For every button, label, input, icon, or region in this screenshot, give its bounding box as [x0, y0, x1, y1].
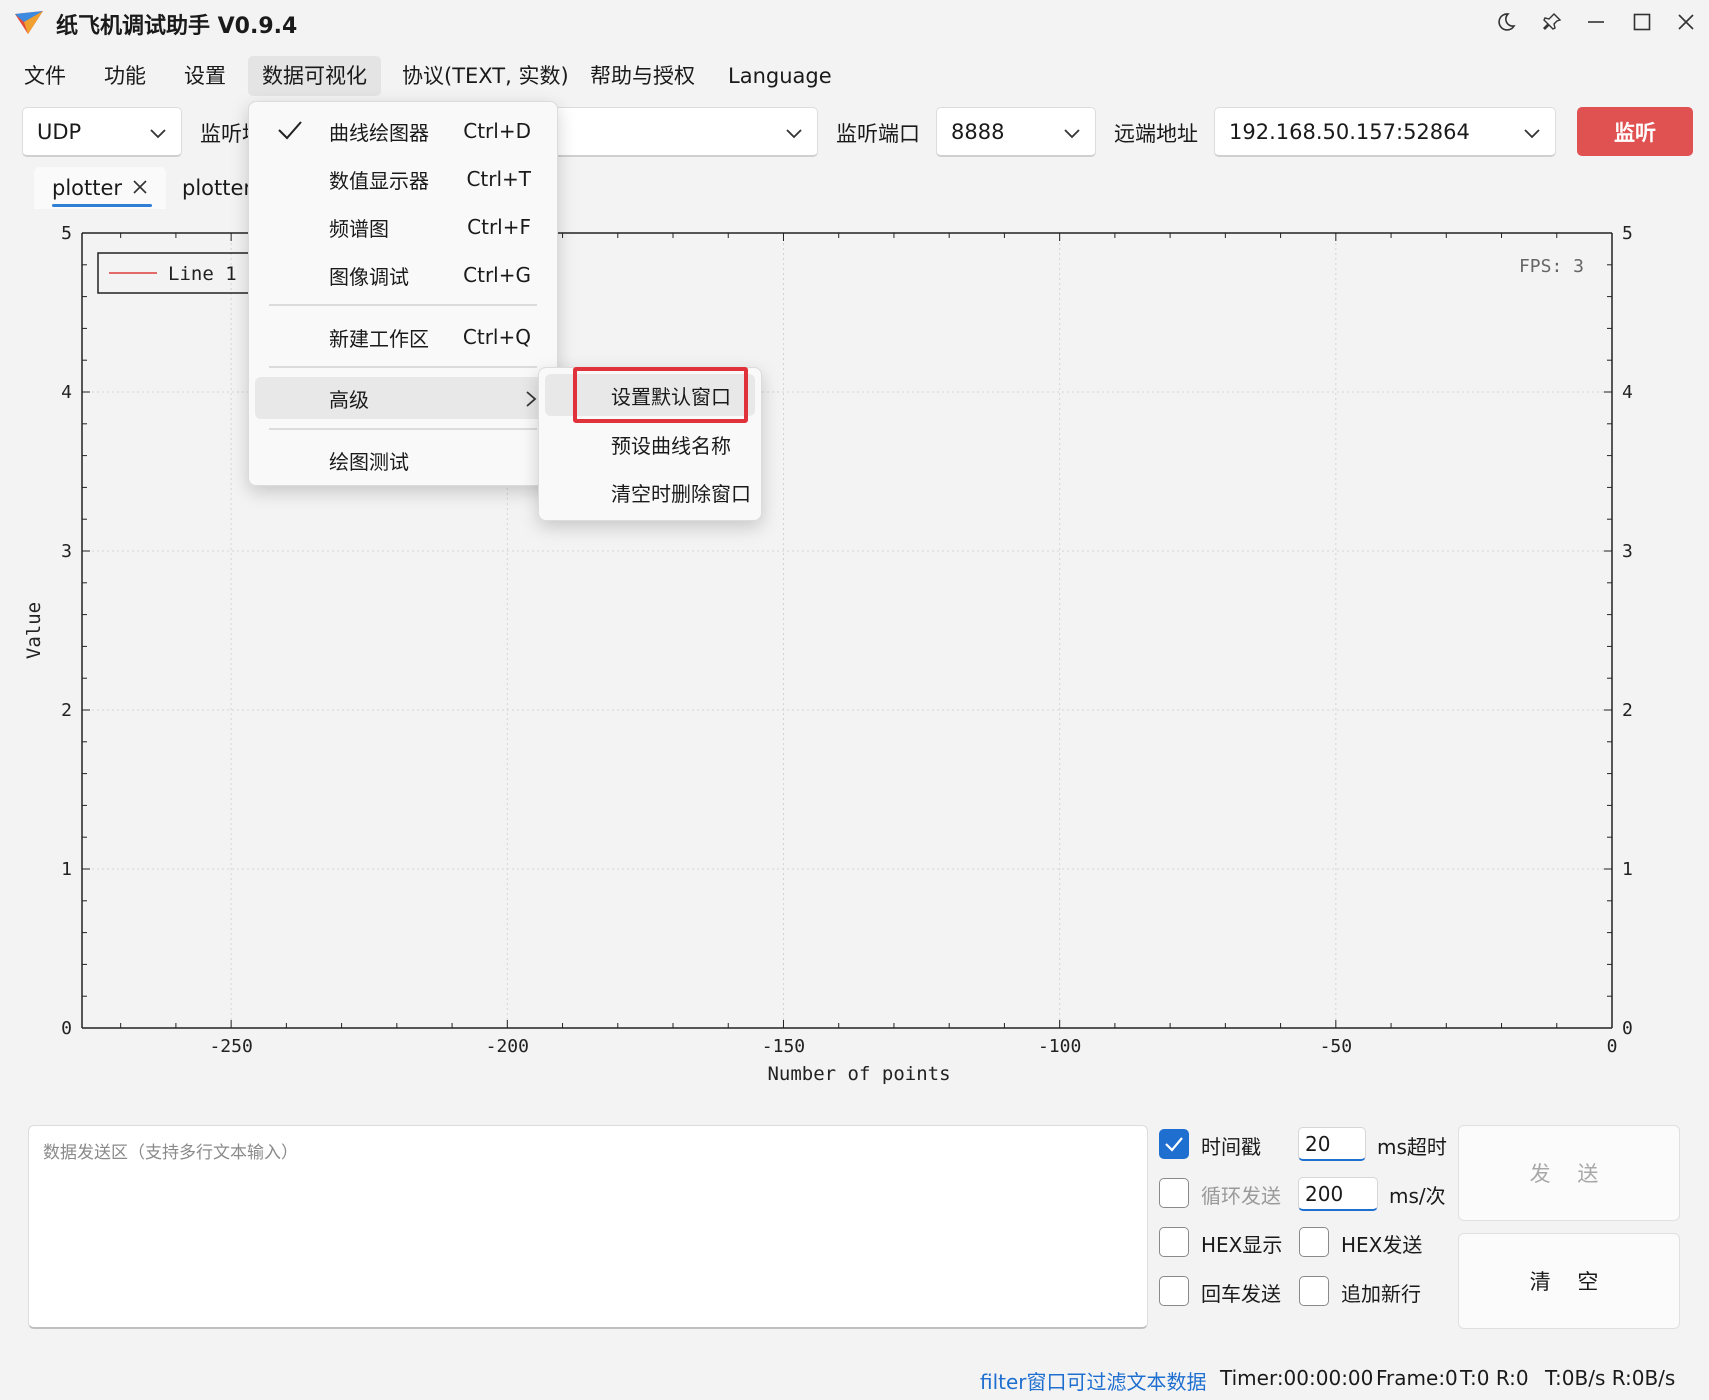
menu-settings[interactable]: 设置 [170, 56, 240, 96]
active-tab-indicator [52, 204, 153, 207]
window-title: 纸飞机调试助手 V0.9.4 [56, 14, 298, 39]
hex-send-checkbox[interactable] [1299, 1227, 1329, 1257]
remote-address-label: 远端地址 [1114, 122, 1198, 146]
x-tick-label: -200 [486, 1036, 529, 1057]
timeout-input[interactable]: 20 [1298, 1127, 1366, 1161]
timeout-unit-label: ms超时 [1377, 1135, 1447, 1159]
menu-function[interactable]: 功能 [90, 56, 160, 96]
listen-port-select[interactable]: 8888 [936, 107, 1096, 157]
menu-data-visualization[interactable]: 数据可视化 [248, 56, 381, 96]
data-visualization-dropdown: 曲线绘图器 Ctrl+D 数值显示器 Ctrl+T 频谱图 Ctrl+F 图像调… [248, 101, 558, 486]
enter-send-label: 回车发送 [1201, 1282, 1281, 1306]
remote-address-select[interactable]: 192.168.50.157:52864 [1214, 107, 1556, 157]
protocol-select[interactable]: UDP [22, 107, 182, 157]
menu-language[interactable]: Language [714, 56, 846, 96]
hex-display-checkbox[interactable] [1159, 1227, 1189, 1257]
append-newline-label: 追加新行 [1341, 1282, 1421, 1306]
clear-button[interactable]: 清 空 [1458, 1233, 1680, 1329]
legend-label: Line 1 [168, 263, 237, 285]
highlight-annotation-box [573, 367, 748, 423]
loop-interval-input[interactable]: 200 [1298, 1177, 1378, 1211]
y-tick-label-right: 4 [1622, 382, 1633, 403]
minimize-icon[interactable] [1576, 4, 1616, 40]
menu-separator [269, 428, 537, 430]
x-tick-label: -50 [1320, 1036, 1353, 1057]
y-tick-label: 1 [61, 859, 72, 880]
chevron-down-icon [785, 120, 803, 144]
append-newline-checkbox[interactable] [1299, 1276, 1329, 1306]
tab-close-icon[interactable] [132, 176, 148, 200]
x-tick-label: 0 [1607, 1036, 1618, 1057]
menu-item-new-workspace[interactable]: 新建工作区 Ctrl+Q [255, 316, 551, 358]
y-tick-label-right: 0 [1622, 1018, 1633, 1039]
menu-item-spectrum[interactable]: 频谱图 Ctrl+F [255, 206, 551, 248]
menu-item-preset-curve-names[interactable]: 预设曲线名称 [545, 423, 755, 465]
status-rates: T:0B/s R:0B/s [1545, 1366, 1676, 1390]
send-textarea[interactable]: 数据发送区（支持多行文本输入） [28, 1125, 1148, 1329]
menu-item-image-debug[interactable]: 图像调试 Ctrl+G [255, 254, 551, 296]
menu-item-curve-plotter[interactable]: 曲线绘图器 Ctrl+D [255, 110, 551, 152]
menu-item-value-display[interactable]: 数值显示器 Ctrl+T [255, 158, 551, 200]
x-tick-label: -250 [209, 1036, 252, 1057]
menu-separator [269, 366, 537, 368]
chevron-down-icon [1063, 120, 1081, 144]
timestamp-checkbox[interactable] [1159, 1129, 1189, 1159]
y-tick-label-right: 3 [1622, 541, 1633, 562]
chevron-right-icon [525, 389, 537, 413]
hex-display-label: HEX显示 [1201, 1233, 1283, 1257]
pin-icon[interactable] [1532, 4, 1572, 40]
moon-icon[interactable] [1486, 4, 1526, 40]
x-tick-label: -150 [762, 1036, 805, 1057]
loop-send-label: 循环发送 [1201, 1184, 1281, 1208]
loop-unit-label: ms/次 [1389, 1184, 1446, 1208]
paper-plane-logo-icon [14, 8, 44, 36]
x-axis-label: Number of points [767, 1063, 950, 1085]
status-tr: T:0 R:0 [1460, 1366, 1529, 1390]
close-icon[interactable] [1666, 4, 1706, 40]
timestamp-label: 时间戳 [1201, 1135, 1261, 1159]
listen-port-value: 8888 [951, 119, 1005, 144]
menu-item-plot-test[interactable]: 绘图测试 [255, 439, 551, 481]
status-timer: Timer:00:00:00 [1220, 1366, 1374, 1390]
send-button[interactable]: 发 送 [1458, 1125, 1680, 1221]
menu-file[interactable]: 文件 [10, 56, 80, 96]
menu-item-delete-window-on-clear[interactable]: 清空时删除窗口 [545, 471, 755, 513]
listen-button[interactable]: 监听 [1577, 107, 1693, 156]
y-axis-label: Value [23, 602, 45, 659]
tab-plotter[interactable]: plotter [34, 167, 167, 209]
remote-address-value: 192.168.50.157:52864 [1229, 119, 1470, 144]
checkmark-icon [1165, 1137, 1183, 1152]
maximize-icon[interactable] [1622, 4, 1662, 40]
y-tick-label-right: 5 [1622, 223, 1633, 244]
title-bar: 纸飞机调试助手 V0.9.4 [0, 0, 1709, 44]
chevron-down-icon [149, 120, 167, 144]
menu-protocol[interactable]: 协议(TEXT, 实数) [388, 56, 583, 96]
fps-readout: FPS: 3 [1519, 256, 1584, 277]
checkmark-icon [277, 120, 303, 145]
loop-send-checkbox[interactable] [1159, 1178, 1189, 1208]
y-tick-label: 2 [61, 700, 72, 721]
send-placeholder: 数据发送区（支持多行文本输入） [43, 1143, 298, 1163]
menu-help-license[interactable]: 帮助与授权 [576, 56, 709, 96]
y-tick-label: 4 [61, 382, 72, 403]
listen-address-select[interactable] [540, 107, 818, 157]
enter-send-checkbox[interactable] [1159, 1276, 1189, 1306]
menu-separator [269, 304, 537, 306]
y-tick-label: 0 [61, 1018, 72, 1039]
x-tick-label: -100 [1038, 1036, 1081, 1057]
listen-port-label: 监听端口 [836, 122, 920, 146]
menu-item-advanced[interactable]: 高级 [255, 377, 551, 419]
chevron-down-icon [1523, 120, 1541, 144]
y-tick-label-right: 2 [1622, 700, 1633, 721]
y-tick-label-right: 1 [1622, 859, 1633, 880]
y-tick-label: 5 [61, 223, 72, 244]
status-frame: Frame:0 [1376, 1366, 1458, 1390]
protocol-value: UDP [37, 119, 82, 144]
hex-send-label: HEX发送 [1341, 1233, 1423, 1257]
y-tick-label: 3 [61, 541, 72, 562]
filter-hint-link[interactable]: filter窗口可过滤文本数据 [980, 1366, 1207, 1395]
tab-label: plotter [52, 176, 123, 200]
